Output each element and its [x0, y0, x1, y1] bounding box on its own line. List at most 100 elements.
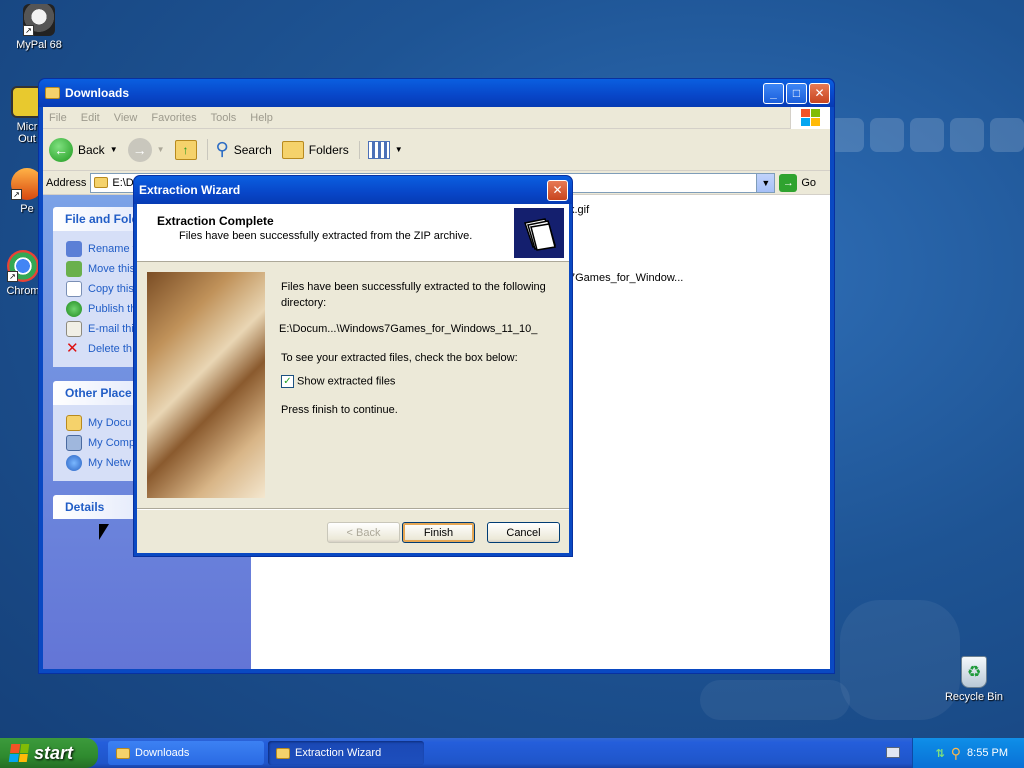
chevron-down-icon: ▼	[109, 145, 118, 154]
place-label: My Comp	[88, 437, 136, 449]
task-label: Publish th	[88, 303, 137, 315]
address-label: Address	[46, 176, 87, 189]
task-label: Copy this	[88, 283, 134, 295]
chevron-down-icon: ▼	[394, 145, 403, 154]
explorer-title-bar[interactable]: Downloads _ □ ✕	[39, 79, 834, 107]
network-tray-icon[interactable]: ⇅	[936, 747, 945, 760]
zip-folder-icon	[514, 208, 564, 258]
search-label: Search	[233, 142, 272, 157]
maximize-button[interactable]: □	[786, 82, 807, 104]
address-dropdown-button[interactable]: ▼	[756, 173, 775, 192]
folder-icon	[276, 747, 290, 759]
menu-edit[interactable]: Edit	[81, 112, 100, 124]
menu-help[interactable]: Help	[250, 112, 273, 124]
back-label: Back	[78, 142, 105, 157]
back-arrow-icon: ←	[49, 137, 73, 162]
dialog-title: Extraction Wizard	[139, 183, 241, 197]
go-label: Go	[801, 176, 816, 189]
copy-icon	[66, 281, 82, 297]
check-prompt: To see your extracted files, check the b…	[281, 352, 518, 364]
task-label: Extraction Wizard	[295, 747, 382, 759]
folders-button[interactable]: Folders	[281, 140, 349, 159]
views-icon	[367, 140, 390, 159]
folder-icon	[94, 177, 109, 188]
go-arrow-icon: →	[779, 173, 798, 192]
email-icon	[66, 321, 82, 337]
dialog-title-bar[interactable]: Extraction Wizard ✕	[134, 176, 572, 204]
desktop-icon-recycle-bin[interactable]: ♻ Recycle Bin	[935, 656, 1013, 703]
desktop-icon-mypal[interactable]: ↗ MyPal 68	[0, 4, 78, 51]
extracted-path: E:\Docum...\Windows7Games_for_Windows_11…	[279, 323, 538, 335]
menu-favorites[interactable]: Favorites	[151, 112, 196, 124]
keyboard-icon[interactable]	[886, 747, 900, 758]
menu-view[interactable]: View	[114, 112, 138, 124]
start-button[interactable]: start	[0, 738, 98, 768]
taskbar: start Downloads Extraction Wizard ⇅ ⚲ 8:…	[0, 738, 1024, 768]
chrome-icon: ↗	[7, 250, 39, 282]
close-button[interactable]: ✕	[809, 82, 830, 104]
folder-icon	[116, 747, 130, 759]
windows-logo-icon	[790, 106, 830, 129]
dialog-header: Extraction Complete Files have been succ…	[137, 204, 569, 262]
dialog-body: Extraction Complete Files have been succ…	[137, 204, 569, 553]
folders-label: Folders	[308, 142, 349, 157]
dialog-header-title: Extraction Complete	[157, 214, 274, 228]
menu-file[interactable]: File	[49, 112, 67, 124]
chevron-down-icon: ▼	[156, 145, 165, 154]
network-icon	[66, 455, 82, 471]
body-text-line2: directory:	[281, 297, 327, 309]
up-button[interactable]: ↑	[174, 139, 197, 160]
mouse-cursor	[99, 524, 109, 540]
place-label: My Docu	[88, 417, 132, 429]
explorer-title: Downloads	[65, 86, 130, 100]
minimize-button[interactable]: _	[763, 82, 784, 104]
go-button[interactable]: → Go	[779, 173, 816, 192]
place-label: My Netw	[88, 457, 131, 469]
windows-flag-icon	[8, 744, 30, 762]
search-icon: ⚲	[215, 139, 229, 159]
address-value: E:\D	[112, 176, 134, 189]
taskbar-item-extraction-wizard[interactable]: Extraction Wizard	[268, 741, 424, 765]
search-button[interactable]: ⚲ Search	[206, 139, 272, 160]
recycle-bin-icon: ♻	[961, 656, 987, 688]
raccoon-icon: ↗	[23, 4, 55, 36]
search-tray-icon[interactable]: ⚲	[951, 745, 961, 762]
menu-bar: File Edit View Favorites Tools Help	[43, 106, 830, 129]
task-label: Rename t	[88, 243, 136, 255]
menu-tools[interactable]: Tools	[211, 112, 237, 124]
computer-icon	[66, 435, 82, 451]
folders-icon	[281, 140, 304, 159]
finish-button[interactable]: Finish	[402, 522, 475, 543]
delete-x-icon: ✕	[66, 340, 79, 357]
show-extracted-files-checkbox[interactable]: ✓ Show extracted files	[281, 375, 395, 388]
file-item[interactable]: 7Games_for_Window...	[569, 272, 683, 284]
desktop-icon-label: Recycle Bin	[944, 691, 1004, 703]
checkbox-check-icon[interactable]: ✓	[281, 375, 294, 388]
views-button[interactable]: ▼	[358, 140, 403, 159]
desktop-decoration-blob	[700, 680, 850, 720]
rename-icon	[66, 241, 82, 257]
cancel-button[interactable]: Cancel	[487, 522, 560, 543]
checkbox-label: Show extracted files	[297, 375, 396, 388]
dialog-close-button[interactable]: ✕	[547, 179, 568, 201]
clock[interactable]: 8:55 PM	[967, 747, 1008, 759]
system-tray: ⇅ ⚲ 8:55 PM	[912, 738, 1024, 768]
wizard-side-image	[147, 272, 265, 498]
folder-icon	[45, 87, 60, 99]
forward-button[interactable]: → ▼	[127, 137, 165, 162]
body-text-line1: Files have been successfully extracted t…	[281, 281, 546, 293]
globe-icon	[66, 301, 82, 317]
finish-prompt: Press finish to continue.	[281, 404, 398, 416]
task-label: Downloads	[135, 747, 190, 759]
taskbar-item-downloads[interactable]: Downloads	[108, 741, 264, 765]
back-button[interactable]: ← Back ▼	[49, 137, 118, 162]
documents-folder-icon	[66, 415, 82, 431]
task-label: Delete th	[88, 343, 133, 355]
folder-up-icon: ↑	[174, 139, 197, 160]
extraction-wizard-dialog: Extraction Wizard ✕ Extraction Complete …	[133, 175, 573, 557]
dialog-header-subtitle: Files have been successfully extracted f…	[179, 230, 473, 242]
back-button[interactable]: < Back	[327, 522, 400, 543]
dialog-separator	[137, 508, 569, 510]
forward-arrow-icon: →	[127, 137, 152, 162]
standard-toolbar: ← Back ▼ → ▼ ↑ ⚲ Search Folders ▼	[43, 129, 830, 171]
